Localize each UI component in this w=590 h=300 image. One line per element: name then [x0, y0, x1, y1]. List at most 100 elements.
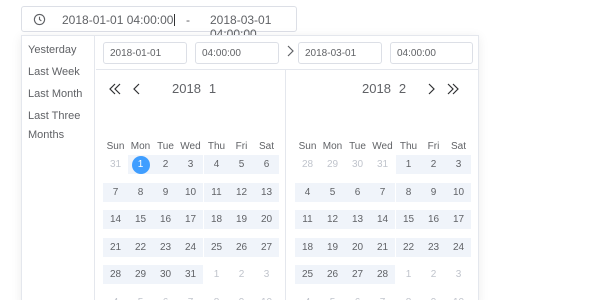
day-cell[interactable]: 6 — [153, 293, 178, 300]
day-cell[interactable]: 25 — [295, 265, 320, 284]
day-cell[interactable]: 16 — [421, 210, 446, 229]
day-cell[interactable]: 12 — [229, 183, 254, 202]
day-cell[interactable]: 24 — [446, 238, 471, 257]
day-cell[interactable]: 22 — [128, 238, 153, 257]
day-cell[interactable]: 1 — [396, 155, 421, 174]
day-cell[interactable]: 28 — [295, 155, 320, 174]
day-cell[interactable]: 13 — [345, 210, 370, 229]
day-cell[interactable]: 6 — [254, 155, 279, 174]
end-time-input[interactable]: 04:00:00 — [390, 42, 473, 64]
day-cell[interactable]: 3 — [446, 265, 471, 284]
day-cell[interactable]: 15 — [396, 210, 421, 229]
day-cell[interactable]: 22 — [396, 238, 421, 257]
day-cell-selected-start[interactable]: 1 — [128, 155, 153, 174]
next-month-button[interactable] — [424, 82, 438, 96]
day-cell[interactable]: 2 — [421, 265, 446, 284]
day-cell[interactable]: 3 — [254, 265, 279, 284]
day-cell[interactable]: 10 — [446, 183, 471, 202]
day-cell[interactable]: 8 — [204, 293, 229, 300]
day-cell[interactable]: 3 — [446, 155, 471, 174]
day-cell[interactable]: 29 — [128, 265, 153, 284]
shortcut-last-three-months-cont[interactable]: Months — [28, 129, 64, 142]
shortcut-last-three-months[interactable]: Last Three — [28, 110, 80, 123]
day-cell[interactable]: 12 — [320, 210, 345, 229]
date-range-input[interactable]: 2018-01-01 04:00:00 - 2018-03-01 04:00:0… — [21, 6, 297, 41]
day-cell[interactable]: 5 — [229, 155, 254, 174]
day-cell[interactable]: 2 — [229, 265, 254, 284]
day-cell[interactable]: 15 — [128, 210, 153, 229]
end-date-input[interactable]: 2018-03-01 — [298, 42, 382, 64]
day-cell[interactable]: 31 — [178, 265, 203, 284]
day-cell[interactable]: 24 — [178, 238, 203, 257]
day-cell[interactable]: 18 — [204, 210, 229, 229]
day-cell[interactable]: 30 — [153, 265, 178, 284]
day-cell[interactable]: 11 — [295, 210, 320, 229]
day-cell[interactable]: 25 — [204, 238, 229, 257]
day-cell[interactable]: 17 — [446, 210, 471, 229]
day-cell[interactable]: 17 — [178, 210, 203, 229]
day-cell[interactable]: 11 — [204, 183, 229, 202]
day-cell[interactable]: 5 — [320, 183, 345, 202]
day-cell[interactable]: 1 — [396, 265, 421, 284]
day-cell[interactable]: 23 — [421, 238, 446, 257]
day-cell[interactable]: 9 — [421, 183, 446, 202]
day-cell[interactable]: 5 — [128, 293, 153, 300]
shortcut-last-month[interactable]: Last Month — [28, 88, 82, 101]
day-cell[interactable]: 7 — [370, 293, 395, 300]
day-cell[interactable]: 10 — [446, 293, 471, 300]
day-cell[interactable]: 7 — [178, 293, 203, 300]
day-cell[interactable]: 8 — [128, 183, 153, 202]
day-cell[interactable]: 5 — [320, 293, 345, 300]
day-cell[interactable]: 26 — [229, 238, 254, 257]
day-cell[interactable]: 19 — [229, 210, 254, 229]
day-cell[interactable]: 19 — [320, 238, 345, 257]
day-cell[interactable]: 14 — [103, 210, 128, 229]
day-cell[interactable]: 26 — [320, 265, 345, 284]
day-cell[interactable]: 27 — [345, 265, 370, 284]
day-cell[interactable]: 23 — [153, 238, 178, 257]
day-cell[interactable]: 20 — [345, 238, 370, 257]
day-cell[interactable]: 10 — [254, 293, 279, 300]
day-cell[interactable]: 2 — [153, 155, 178, 174]
day-cell[interactable]: 10 — [178, 183, 203, 202]
day-cell[interactable]: 9 — [153, 183, 178, 202]
day-cell[interactable]: 29 — [320, 155, 345, 174]
day-cell[interactable]: 4 — [204, 155, 229, 174]
day-cell[interactable]: 31 — [103, 155, 128, 174]
day-cell[interactable]: 6 — [345, 293, 370, 300]
day-cell[interactable]: 4 — [103, 293, 128, 300]
start-date-input[interactable]: 2018-01-01 — [103, 42, 187, 64]
day-cell[interactable]: 31 — [370, 155, 395, 174]
day-cell[interactable]: 1 — [204, 265, 229, 284]
day-cell[interactable]: 9 — [229, 293, 254, 300]
next-year-button[interactable] — [446, 82, 460, 96]
day-cell[interactable]: 9 — [421, 293, 446, 300]
day-cell[interactable]: 18 — [295, 238, 320, 257]
prev-year-button[interactable] — [108, 82, 122, 96]
day-cell[interactable]: 21 — [103, 238, 128, 257]
day-cell[interactable]: 4 — [295, 293, 320, 300]
day-cell[interactable]: 27 — [254, 238, 279, 257]
day-cell[interactable]: 3 — [178, 155, 203, 174]
day-cell[interactable]: 13 — [254, 183, 279, 202]
day-cell[interactable]: 30 — [345, 155, 370, 174]
day-cell[interactable]: 14 — [370, 210, 395, 229]
day-cell[interactable]: 28 — [370, 265, 395, 284]
day-cell[interactable]: 28 — [103, 265, 128, 284]
shortcut-yesterday[interactable]: Yesterday — [28, 44, 77, 57]
day-cell[interactable]: 4 — [295, 183, 320, 202]
start-time-input[interactable]: 04:00:00 — [195, 42, 279, 64]
shortcut-last-week[interactable]: Last Week — [28, 66, 80, 79]
day-cell[interactable]: 2 — [421, 155, 446, 174]
day-cell[interactable]: 21 — [370, 238, 395, 257]
day-cell[interactable]: 7 — [103, 183, 128, 202]
day-cell[interactable]: 8 — [396, 293, 421, 300]
day-number: 16 — [159, 214, 172, 225]
day-cell[interactable]: 20 — [254, 210, 279, 229]
day-cell[interactable]: 7 — [370, 183, 395, 202]
day-cell[interactable]: 6 — [345, 183, 370, 202]
day-cell[interactable]: 8 — [396, 183, 421, 202]
day-cell[interactable]: 16 — [153, 210, 178, 229]
prev-month-button[interactable] — [130, 82, 144, 96]
range-start-text[interactable]: 2018-01-01 04:00:00 — [62, 13, 176, 27]
